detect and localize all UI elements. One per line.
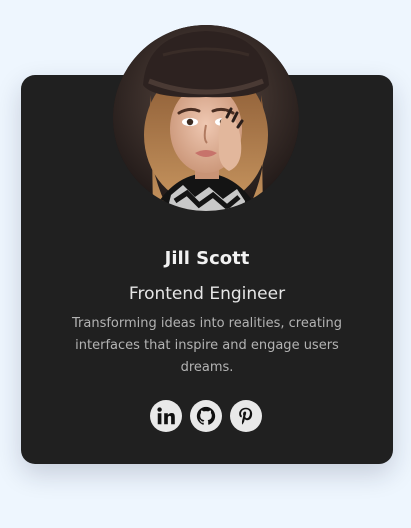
avatar xyxy=(113,25,299,211)
profile-bio: Transforming ideas into realities, creat… xyxy=(71,316,343,375)
pinterest-button[interactable] xyxy=(230,400,262,432)
github-icon xyxy=(196,406,216,425)
profile-name: Jill Scott xyxy=(164,248,250,269)
linkedin-button[interactable] xyxy=(150,400,182,432)
github-button[interactable] xyxy=(190,400,222,432)
profile-role: Frontend Engineer xyxy=(128,284,286,304)
social-links xyxy=(150,400,262,432)
avatar-image xyxy=(113,25,299,211)
linkedin-icon xyxy=(157,407,175,425)
pinterest-icon xyxy=(239,407,253,425)
